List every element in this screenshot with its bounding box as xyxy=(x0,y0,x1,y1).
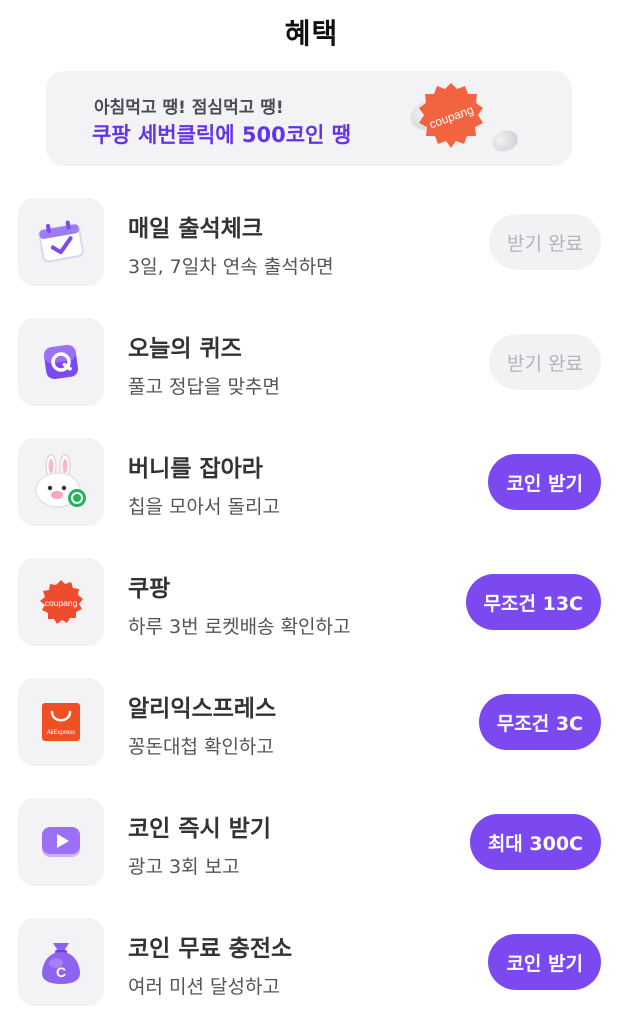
benefit-description: 여러 미션 달성하고 xyxy=(128,976,280,998)
benefit-title: 오늘의 퀴즈 xyxy=(128,336,242,362)
benefit-description: 하루 3번 로켓배송 확인하고 xyxy=(128,616,351,638)
svg-text:coupang: coupang xyxy=(45,598,78,608)
benefit-title: 쿠팡 xyxy=(128,576,171,602)
aliexpress-bag-icon: AliExpress xyxy=(18,678,104,766)
video-play-icon xyxy=(18,798,104,886)
benefit-row[interactable]: 매일 출석체크 3일, 7일차 연속 출석하면 받기 완료 xyxy=(0,198,623,288)
benefit-row[interactable]: 오늘의 퀴즈풀고 정답을 맞추면 받기 완료 xyxy=(0,318,623,408)
reward-claimed-button[interactable]: 받기 완료 xyxy=(489,334,601,390)
coin-bag-icon: C xyxy=(18,918,104,1006)
quiz-q-icon xyxy=(18,318,104,406)
benefit-description: 광고 3회 보고 xyxy=(128,856,240,878)
benefit-row[interactable]: C 코인 무료 충전소여러 미션 달성하고 코인 받기 xyxy=(0,918,623,1008)
benefit-description: 풀고 정답을 맞추면 xyxy=(128,376,280,398)
silver-coin-icon xyxy=(489,127,521,155)
reward-claimed-button[interactable]: 받기 완료 xyxy=(489,214,601,270)
benefit-row[interactable]: 코인 즉시 받기광고 3회 보고 최대 300C xyxy=(0,798,623,888)
benefit-title: 코인 즉시 받기 xyxy=(128,816,271,842)
coupang-coin-icon: coupang xyxy=(419,83,483,148)
coupang-promo-banner[interactable]: 아침먹고 땡! 점심먹고 땡! 쿠팡 세번클릭에 500코인 땡 coupang xyxy=(46,71,572,166)
benefit-row[interactable]: coupang 쿠팡하루 3번 로켓배송 확인하고 무조건 13C xyxy=(0,558,623,648)
banner-title: 쿠팡 세번클릭에 500코인 땡 xyxy=(92,123,351,147)
header: 혜택 xyxy=(0,0,623,64)
reward-claim-button[interactable]: 최대 300C xyxy=(469,814,601,870)
benefit-title: 매일 출석체크 xyxy=(128,216,263,242)
benefit-description: 칩을 모아서 돌리고 xyxy=(128,496,280,518)
calendar-check-icon xyxy=(18,198,104,286)
benefit-title: 버니를 잡아라 xyxy=(128,456,263,482)
svg-text:AliExpress: AliExpress xyxy=(47,730,75,736)
page-title: 혜택 xyxy=(284,17,339,50)
coupang-logo-icon: coupang xyxy=(18,558,104,646)
benefit-description: 꽁돈대첩 확인하고 xyxy=(128,736,274,758)
reward-claim-button[interactable]: 코인 받기 xyxy=(488,934,601,990)
benefit-description: 3일, 7일차 연속 출석하면 xyxy=(128,256,334,278)
bunny-icon xyxy=(18,438,104,526)
reward-claim-button[interactable]: 코인 받기 xyxy=(488,454,601,510)
benefit-row[interactable]: AliExpress 알리익스프레스꽁돈대첩 확인하고 무조건 3C xyxy=(0,678,623,768)
banner-subtitle: 아침먹고 땡! 점심먹고 땡! xyxy=(94,98,284,118)
reward-claim-button[interactable]: 무조건 13C xyxy=(465,574,601,630)
reward-claim-button[interactable]: 무조건 3C xyxy=(478,694,601,750)
benefit-title: 알리익스프레스 xyxy=(128,696,277,722)
benefit-title: 코인 무료 충전소 xyxy=(128,936,293,962)
svg-text:C: C xyxy=(56,964,66,980)
benefit-row[interactable]: 버니를 잡아라칩을 모아서 돌리고 코인 받기 xyxy=(0,438,623,528)
